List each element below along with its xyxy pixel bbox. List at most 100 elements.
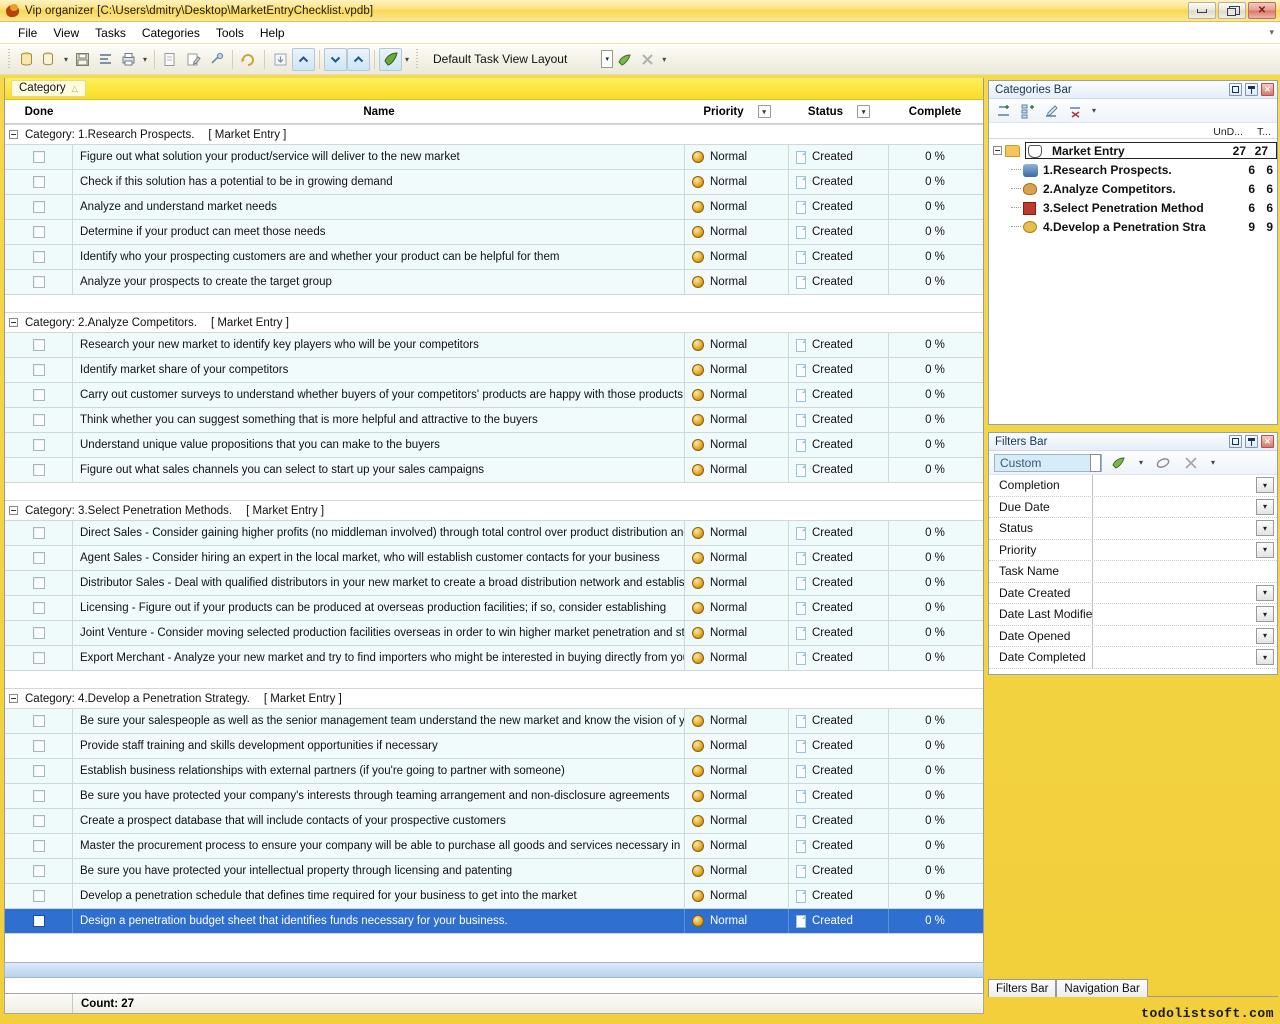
- move-up-icon[interactable]: [292, 47, 315, 71]
- tab-navigation-bar[interactable]: Navigation Bar: [1056, 979, 1148, 997]
- done-checkbox[interactable]: [32, 890, 45, 902]
- task-priority-cell[interactable]: Normal: [685, 709, 789, 733]
- filter-field-value[interactable]: [1093, 604, 1256, 625]
- priority-filter-icon[interactable]: ▾: [757, 105, 771, 118]
- done-checkbox[interactable]: [32, 765, 45, 777]
- task-priority-cell[interactable]: Normal: [685, 383, 789, 407]
- delete-filter-icon[interactable]: [1180, 453, 1202, 473]
- filter-dropdown-icon[interactable]: ▾: [1256, 649, 1274, 666]
- filter-field-value[interactable]: [1093, 497, 1256, 518]
- task-complete-cell[interactable]: 0 %: [889, 358, 981, 382]
- task-complete-cell[interactable]: 0 %: [889, 433, 981, 457]
- categories-more-caret-icon[interactable]: ▾: [1089, 106, 1099, 115]
- new-subcategory-icon[interactable]: [1017, 101, 1039, 121]
- task-done-cell[interactable]: [5, 859, 73, 883]
- task-complete-cell[interactable]: 0 %: [889, 270, 981, 294]
- view-layout-combo[interactable]: Default Task View Layout ▾: [423, 49, 614, 70]
- task-priority-cell[interactable]: Normal: [685, 809, 789, 833]
- task-done-cell[interactable]: [5, 408, 73, 432]
- category-group-header[interactable]: Category: 4.Develop a Penetration Strate…: [5, 688, 983, 709]
- task-status-cell[interactable]: Created: [789, 358, 889, 382]
- filter-row[interactable]: Date Created ▾: [989, 582, 1277, 604]
- task-done-cell[interactable]: [5, 358, 73, 382]
- table-row[interactable]: Determine if your product can meet those…: [5, 220, 983, 245]
- filter-row[interactable]: Date Completed ▾: [989, 647, 1277, 669]
- table-row[interactable]: Develop a penetration schedule that defi…: [5, 884, 983, 909]
- table-row[interactable]: Identify market share of your competitor…: [5, 358, 983, 383]
- task-priority-cell[interactable]: Normal: [685, 195, 789, 219]
- task-status-cell[interactable]: Created: [789, 884, 889, 908]
- category-tree-item[interactable]: 2.Analyze Competitors. 6 6: [989, 179, 1277, 198]
- task-done-cell[interactable]: [5, 709, 73, 733]
- task-done-cell[interactable]: [5, 909, 73, 933]
- task-priority-cell[interactable]: Normal: [685, 521, 789, 545]
- task-priority-cell[interactable]: Normal: [685, 621, 789, 645]
- task-name-cell[interactable]: Determine if your product can meet those…: [73, 220, 685, 244]
- table-row[interactable]: Design a penetration budget sheet that i…: [5, 909, 983, 934]
- done-checkbox[interactable]: [32, 201, 45, 213]
- group-collapse-icon[interactable]: [9, 694, 18, 703]
- task-priority-cell[interactable]: Normal: [685, 596, 789, 620]
- menu-overflow-caret-icon[interactable]: ▾: [1269, 27, 1274, 38]
- apply-filter-icon[interactable]: [1108, 453, 1130, 473]
- category-tree-item[interactable]: 4.Develop a Penetration Stra 9 9: [989, 217, 1277, 236]
- task-done-cell[interactable]: [5, 458, 73, 482]
- table-row[interactable]: Establish business relationships with ex…: [5, 759, 983, 784]
- task-name-cell[interactable]: Distributor Sales - Deal with qualified …: [73, 571, 685, 595]
- group-collapse-icon[interactable]: [9, 130, 18, 139]
- table-row[interactable]: Direct Sales - Consider gaining higher p…: [5, 521, 983, 546]
- filters-restore-icon[interactable]: [1229, 435, 1242, 448]
- done-checkbox[interactable]: [32, 865, 45, 877]
- menu-item-help[interactable]: Help: [252, 24, 293, 42]
- table-row[interactable]: Joint Venture - Consider moving selected…: [5, 621, 983, 646]
- filter-field-value[interactable]: [1093, 583, 1256, 604]
- table-row[interactable]: Agent Sales - Consider hiring an expert …: [5, 546, 983, 571]
- delete-task-icon[interactable]: [205, 48, 228, 71]
- task-complete-cell[interactable]: 0 %: [889, 809, 981, 833]
- filter-preset-arrow-icon[interactable]: [1090, 453, 1101, 472]
- done-checkbox[interactable]: [32, 276, 45, 288]
- task-done-cell[interactable]: [5, 245, 73, 269]
- group-collapse-icon[interactable]: [9, 506, 18, 515]
- move-down-icon[interactable]: [324, 47, 347, 71]
- clear-layout-icon[interactable]: [636, 48, 659, 71]
- view-layout-combo-arrow-icon[interactable]: ▾: [601, 50, 614, 68]
- task-complete-cell[interactable]: 0 %: [889, 909, 981, 933]
- print-icon[interactable]: [117, 48, 140, 71]
- open-database-icon[interactable]: [38, 48, 61, 71]
- category-tree-item[interactable]: 3.Select Penetration Method 6 6: [989, 198, 1277, 217]
- task-done-cell[interactable]: [5, 170, 73, 194]
- task-complete-cell[interactable]: 0 %: [889, 759, 981, 783]
- table-row[interactable]: Be sure you have protected your company'…: [5, 784, 983, 809]
- task-status-cell[interactable]: Created: [789, 809, 889, 833]
- task-done-cell[interactable]: [5, 571, 73, 595]
- done-checkbox[interactable]: [32, 577, 45, 589]
- filter-preset-combo[interactable]: Custom: [994, 453, 1102, 472]
- close-button[interactable]: ✕: [1248, 2, 1276, 19]
- task-name-cell[interactable]: Licensing - Figure out if your products …: [73, 596, 685, 620]
- task-priority-cell[interactable]: Normal: [685, 784, 789, 808]
- task-priority-cell[interactable]: Normal: [685, 433, 789, 457]
- filter-row[interactable]: Completion ▾: [989, 475, 1277, 497]
- table-row[interactable]: Be sure your salespeople as well as the …: [5, 709, 983, 734]
- task-complete-cell[interactable]: 0 %: [889, 859, 981, 883]
- selected-category-box[interactable]: Market Entry 27 27: [1025, 142, 1277, 159]
- task-name-cell[interactable]: Direct Sales - Consider gaining higher p…: [73, 521, 685, 545]
- toolbar-grip[interactable]: [7, 49, 12, 69]
- done-checkbox[interactable]: [32, 414, 45, 426]
- task-priority-cell[interactable]: Normal: [685, 884, 789, 908]
- task-status-cell[interactable]: Created: [789, 145, 889, 169]
- task-priority-cell[interactable]: Normal: [685, 759, 789, 783]
- edit-category-icon[interactable]: [1041, 101, 1063, 121]
- task-priority-cell[interactable]: Normal: [685, 170, 789, 194]
- task-status-cell[interactable]: Created: [789, 170, 889, 194]
- table-row[interactable]: Analyze and understand market needs Norma…: [5, 195, 983, 220]
- filter-field-value[interactable]: [1093, 518, 1256, 539]
- done-checkbox[interactable]: [32, 226, 45, 238]
- view-layout-icon[interactable]: [379, 47, 402, 71]
- column-header-priority[interactable]: Priority ▾: [685, 100, 789, 123]
- task-priority-cell[interactable]: Normal: [685, 333, 789, 357]
- task-done-cell[interactable]: [5, 734, 73, 758]
- filters-more-caret-icon[interactable]: ▾: [1208, 458, 1218, 467]
- task-status-cell[interactable]: Created: [789, 408, 889, 432]
